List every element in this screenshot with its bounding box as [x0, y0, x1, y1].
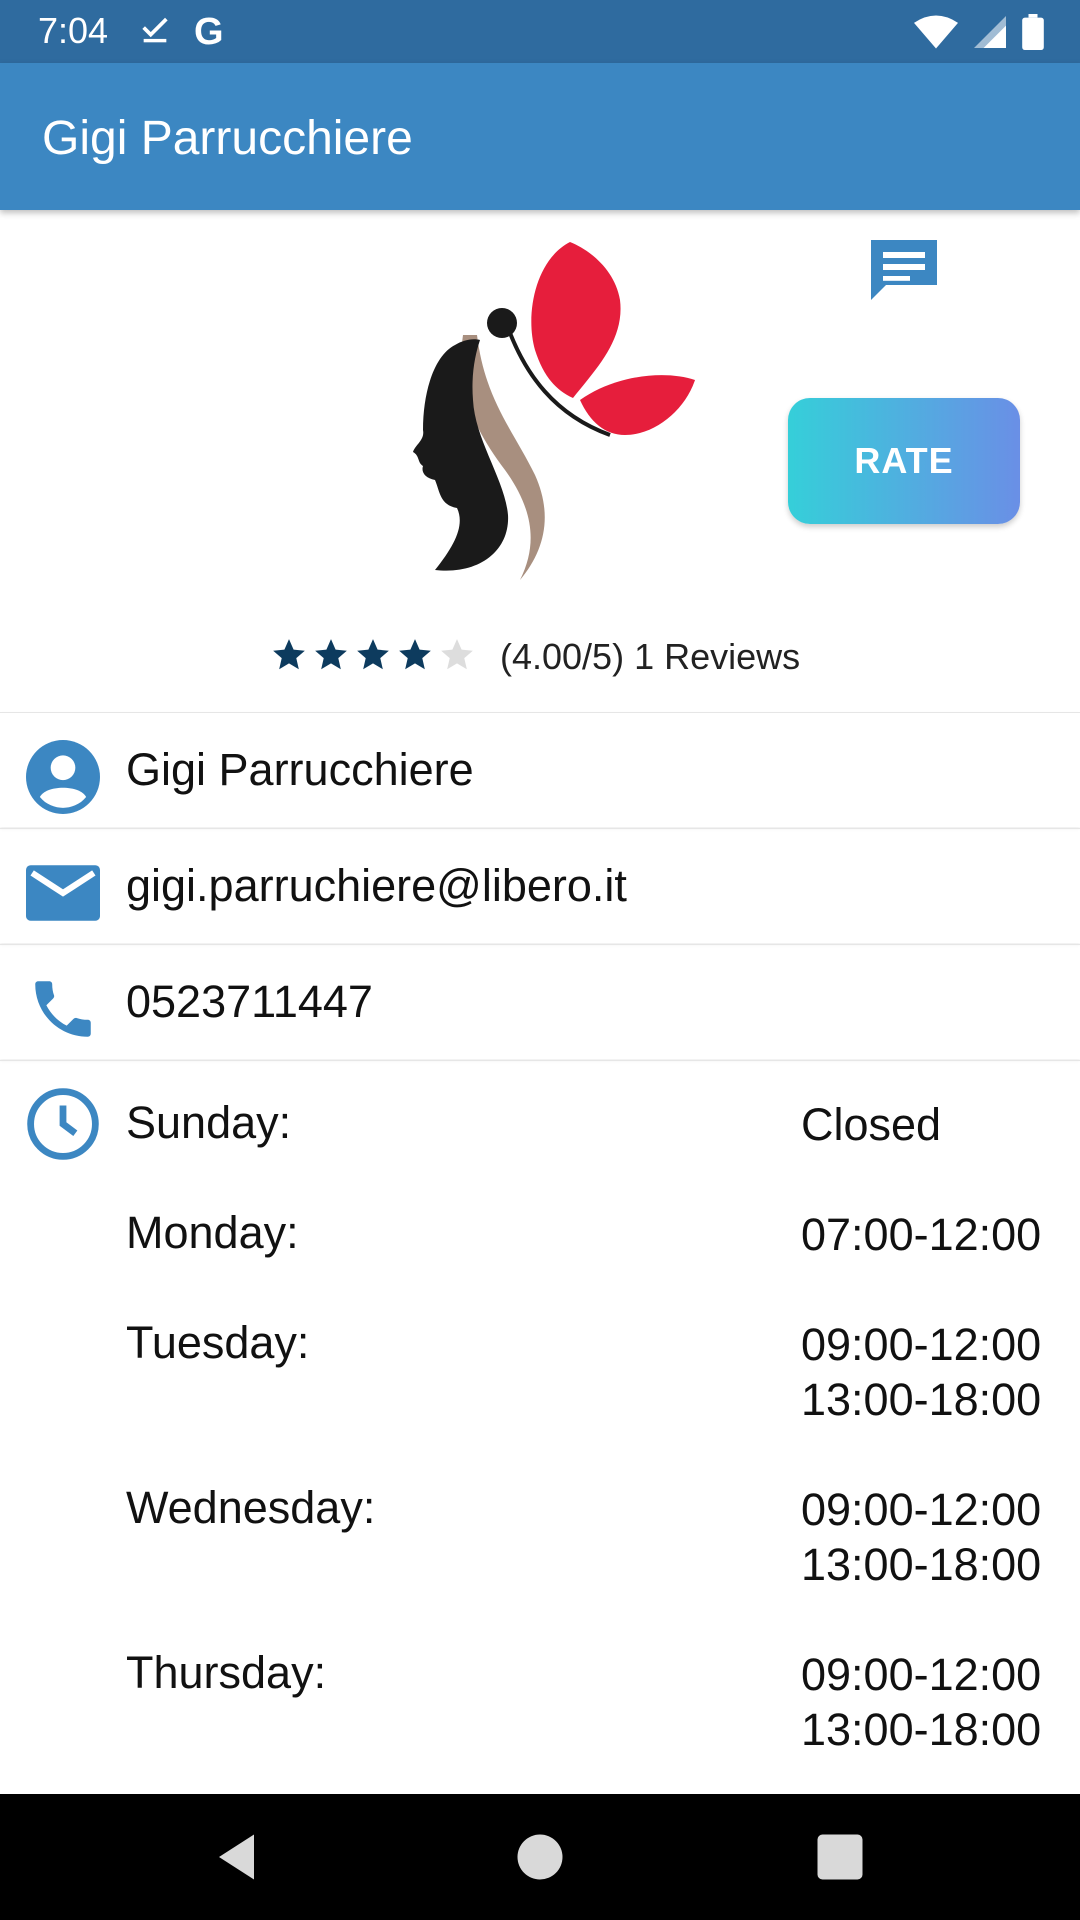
- hours-times: 07:00-12:00: [801, 1207, 1041, 1262]
- chat-icon: [871, 240, 937, 300]
- hours-day: Wednesday:: [126, 1482, 376, 1533]
- download-done-icon: [138, 12, 172, 51]
- rating-stars: [270, 636, 476, 679]
- hours-day: Thursday:: [126, 1647, 327, 1698]
- rating-summary: (4.00/5) 1 Reviews: [270, 632, 800, 682]
- page-title: Gigi Parrucchiere: [42, 112, 413, 165]
- cell-signal-icon: [974, 15, 1006, 54]
- rating-text: (4.00/5) 1 Reviews: [500, 636, 801, 677]
- star-empty-icon: [438, 636, 476, 679]
- hours-day: Sunday:: [126, 1097, 292, 1148]
- battery-icon: [1022, 14, 1044, 55]
- phone-icon: [26, 972, 100, 1046]
- hours-time: 13:00-18:00: [801, 1704, 1042, 1755]
- person-icon: [26, 740, 100, 814]
- home-button[interactable]: [515, 1832, 565, 1882]
- hours-time: 09:00-12:00: [801, 1649, 1042, 1700]
- back-icon: [219, 1834, 254, 1880]
- star-filled-icon: [354, 636, 392, 679]
- name-row: Gigi Parrucchiere: [0, 712, 1080, 827]
- status-bar: 7:04 G: [0, 0, 1080, 63]
- email-row[interactable]: gigi.parruchiere@libero.it: [0, 828, 1080, 943]
- opening-hours: Sunday: Closed Monday: 07:00-12:00 Tuesday: 0…: [0, 1060, 1080, 1796]
- wifi-icon: [914, 15, 958, 54]
- email-icon: [26, 856, 100, 930]
- star-filled-icon: [396, 636, 434, 679]
- hours-times: 09:00-12:00 13:00-18:00: [801, 1482, 1041, 1592]
- hours-day: Monday:: [126, 1207, 299, 1258]
- recents-icon: [817, 1834, 863, 1880]
- clock-icon: [26, 1087, 100, 1161]
- business-logo: [395, 230, 735, 590]
- hours-time: 13:00-18:00: [801, 1374, 1042, 1425]
- phone-row[interactable]: 0523711447: [0, 944, 1080, 1059]
- status-right-icons: [914, 14, 1044, 55]
- hours-time: Closed: [801, 1099, 942, 1150]
- hours-times: 09:00-12:00 13:00-18:00: [801, 1647, 1041, 1757]
- star-filled-icon: [270, 636, 308, 679]
- hours-times: Closed: [801, 1097, 941, 1152]
- hours-time: 09:00-12:00: [801, 1319, 1042, 1370]
- system-nav-bar: [0, 1794, 1080, 1920]
- hours-time: 07:00-12:00: [801, 1209, 1042, 1260]
- home-icon: [517, 1834, 563, 1880]
- recents-button[interactable]: [815, 1832, 865, 1882]
- status-time: 7:04: [38, 10, 109, 51]
- reviews-chat-button[interactable]: [868, 237, 940, 309]
- phone-link[interactable]: 0523711447: [126, 945, 373, 1059]
- hours-time: 13:00-18:00: [801, 1539, 1042, 1590]
- hours-times: 09:00-12:00 13:00-18:00: [801, 1317, 1041, 1427]
- back-button[interactable]: [214, 1832, 264, 1882]
- hours-time: 09:00-12:00: [801, 1484, 1042, 1535]
- google-icon: G: [194, 10, 224, 53]
- email-link[interactable]: gigi.parruchiere@libero.it: [126, 829, 627, 943]
- business-name: Gigi Parrucchiere: [126, 744, 474, 795]
- status-left-icons: G: [138, 12, 224, 51]
- hours-day: Tuesday:: [126, 1317, 310, 1368]
- rate-button[interactable]: RATE: [788, 398, 1020, 524]
- app-bar: Gigi Parrucchiere: [0, 63, 1080, 210]
- star-filled-icon: [312, 636, 350, 679]
